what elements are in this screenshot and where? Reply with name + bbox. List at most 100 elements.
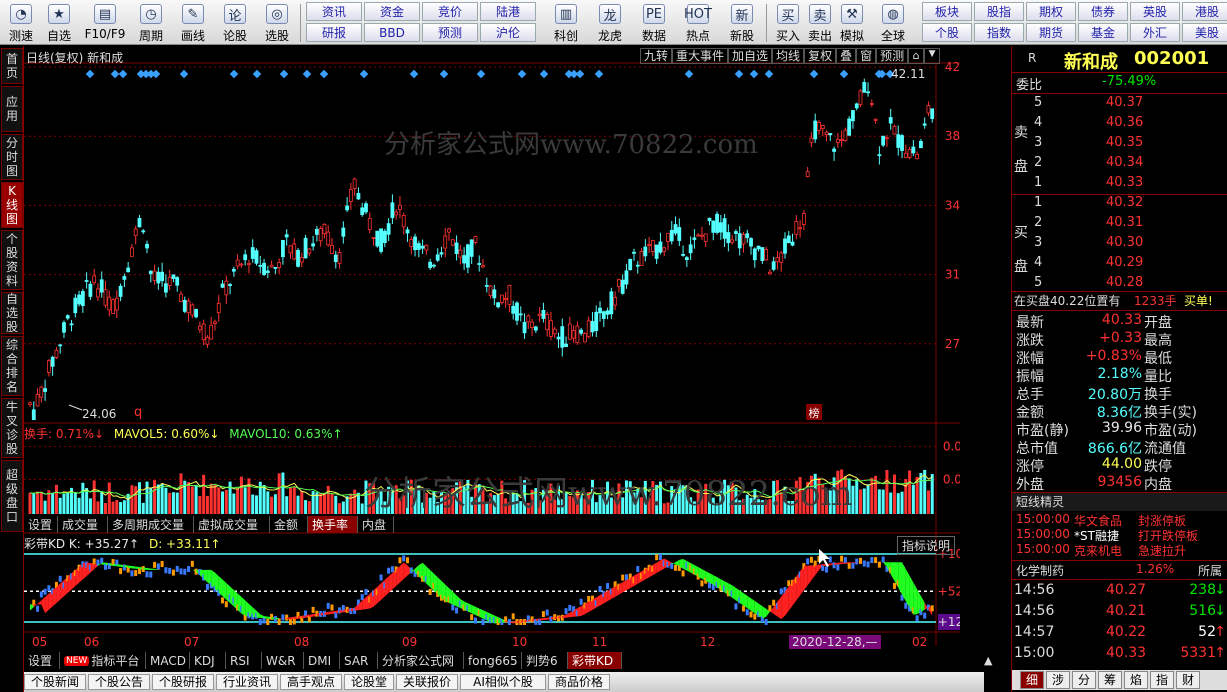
vol-tab-3[interactable]: 虚拟成交量 bbox=[194, 516, 270, 533]
global-button[interactable]: ◍ 全球 bbox=[868, 2, 918, 44]
indicator-tab-7[interactable]: SAR bbox=[340, 652, 378, 669]
chart-btn-0[interactable]: 九转 bbox=[640, 48, 673, 64]
watchlist-button[interactable]: ★ 自选 bbox=[38, 2, 80, 44]
news-tab-8[interactable]: 商品价格 bbox=[548, 674, 610, 690]
market-link-2[interactable]: 期权 bbox=[1026, 2, 1076, 21]
forum-button[interactable]: 论论股 bbox=[214, 2, 256, 44]
market-link-5[interactable]: 港股 bbox=[1182, 2, 1227, 21]
bid-row[interactable]: 4 40.29 bbox=[1012, 255, 1227, 273]
data-button[interactable]: PE 数据 bbox=[632, 2, 676, 44]
indicator-tab-8[interactable]: 分析家公式网 bbox=[378, 652, 464, 669]
ipo-button[interactable]: 新新股 bbox=[720, 2, 764, 44]
market-link-3[interactable]: 债券 bbox=[1078, 2, 1128, 21]
ask-row[interactable]: 1 40.33 bbox=[1012, 175, 1227, 193]
vol-tab-6[interactable]: 内盘 bbox=[358, 516, 394, 533]
market-link-10[interactable]: 外汇 bbox=[1130, 23, 1180, 42]
elf-row[interactable]: 15:00:00 克来机电 急速拉升 bbox=[1012, 542, 1227, 560]
bid-row[interactable]: 2 40.31 bbox=[1012, 215, 1227, 233]
market-link-4[interactable]: 英股 bbox=[1130, 2, 1180, 21]
indicator-tab-1[interactable]: NEW 指标平台 bbox=[60, 652, 146, 669]
toolbar-link-2[interactable]: 竞价 bbox=[422, 2, 478, 21]
news-tab-7[interactable]: AI相似个股 bbox=[460, 674, 546, 690]
market-link-11[interactable]: 美股 bbox=[1182, 23, 1227, 42]
indicator-tab-0[interactable]: 设置 bbox=[24, 652, 60, 669]
indicator-tab-10[interactable]: 判势6 bbox=[522, 652, 568, 669]
star-market-button[interactable]: ▥ 科创 bbox=[544, 2, 588, 44]
panel-tab-2[interactable]: 分 bbox=[1072, 671, 1096, 689]
speedtest-button[interactable]: ◔ 测速 bbox=[4, 2, 38, 44]
period-button[interactable]: ◷ 周期 bbox=[130, 2, 172, 44]
sidebar-tab-4[interactable]: 个股资料 bbox=[1, 230, 23, 290]
market-link-7[interactable]: 指数 bbox=[974, 23, 1024, 42]
drawline-button[interactable]: ✎ 画线 bbox=[172, 2, 214, 44]
sidebar-tab-2[interactable]: 分时图 bbox=[1, 134, 23, 180]
market-link-1[interactable]: 股指 bbox=[974, 2, 1024, 21]
dropdown-icon[interactable]: ▼ bbox=[924, 48, 941, 64]
vol-tab-2[interactable]: 多周期成交量 bbox=[108, 516, 194, 533]
bid-row[interactable]: 3 40.30 bbox=[1012, 235, 1227, 253]
sector-row[interactable]: 化学制药 1.26% 所属 bbox=[1012, 562, 1227, 580]
toolbar-link-5[interactable]: BBD bbox=[364, 23, 420, 42]
lock-icon[interactable]: ⌂ bbox=[908, 48, 925, 64]
news-tab-2[interactable]: 个股研报 bbox=[152, 674, 214, 690]
vol-tab-0[interactable]: 设置 bbox=[24, 516, 58, 533]
sector-button[interactable]: 所属 bbox=[1198, 562, 1222, 579]
simulate-button[interactable]: ⚒ 模拟 bbox=[836, 2, 868, 44]
sidebar-tab-8[interactable]: 超级盘口 bbox=[1, 460, 23, 532]
toolbar-link-0[interactable]: 资讯 bbox=[306, 2, 362, 21]
toolbar-link-3[interactable]: 陆港 bbox=[480, 2, 536, 21]
toolbar-link-7[interactable]: 沪伦 bbox=[480, 23, 536, 42]
news-tab-5[interactable]: 论股堂 bbox=[344, 674, 394, 690]
screener-button[interactable]: ◎ 选股 bbox=[256, 2, 298, 44]
chart-btn-1[interactable]: 重大事件 bbox=[672, 48, 729, 64]
hotspot-button[interactable]: HOT 热点 bbox=[676, 2, 720, 44]
toolbar-link-4[interactable]: 研报 bbox=[306, 23, 362, 42]
chart-btn-7[interactable]: 预测 bbox=[876, 48, 909, 64]
ask-row[interactable]: 2 40.34 bbox=[1012, 155, 1227, 173]
indicator-tab-6[interactable]: DMI bbox=[304, 652, 340, 669]
ask-row[interactable]: 5 40.37 bbox=[1012, 95, 1227, 113]
indicator-tab-5[interactable]: W&R bbox=[262, 652, 304, 669]
buy-button[interactable]: 买买入 bbox=[772, 2, 804, 44]
news-tab-0[interactable]: 个股新闻 bbox=[24, 674, 86, 690]
panel-tab-0[interactable]: 细 bbox=[1020, 671, 1044, 689]
ask-row[interactable]: 4 40.36 bbox=[1012, 115, 1227, 133]
news-tab-6[interactable]: 关联报价 bbox=[396, 674, 458, 690]
market-link-6[interactable]: 个股 bbox=[922, 23, 972, 42]
market-link-8[interactable]: 期货 bbox=[1026, 23, 1076, 42]
panel-tab-1[interactable]: 涉 bbox=[1046, 671, 1070, 689]
panel-tab-3[interactable]: 筹 bbox=[1098, 671, 1122, 689]
chart-btn-4[interactable]: 复权 bbox=[804, 48, 837, 64]
sell-button[interactable]: 卖卖出 bbox=[804, 2, 836, 44]
news-tab-1[interactable]: 个股公告 bbox=[88, 674, 150, 690]
dragon-tiger-button[interactable]: 龙龙虎 bbox=[588, 2, 632, 44]
bid-row[interactable]: 1 40.32 bbox=[1012, 195, 1227, 213]
indicator-tab-11[interactable]: 彩带KD bbox=[568, 652, 622, 669]
indicator-tab-9[interactable]: fong665 bbox=[464, 652, 522, 669]
chart-btn-6[interactable]: 窗 bbox=[856, 48, 877, 64]
toolbar-link-6[interactable]: 预测 bbox=[422, 23, 478, 42]
collapse-icon[interactable]: ▲ bbox=[984, 654, 992, 667]
sidebar-tab-5[interactable]: 自选股 bbox=[1, 292, 23, 334]
sidebar-tab-6[interactable]: 综合排名 bbox=[1, 336, 23, 396]
news-tab-4[interactable]: 高手观点 bbox=[280, 674, 342, 690]
vol-tab-1[interactable]: 成交量 bbox=[58, 516, 108, 533]
market-link-9[interactable]: 基金 bbox=[1078, 23, 1128, 42]
indicator-tab-4[interactable]: RSI bbox=[226, 652, 262, 669]
sidebar-tab-0[interactable]: 首页 bbox=[1, 48, 23, 84]
sidebar-tab-1[interactable]: 应用 bbox=[1, 86, 23, 132]
indicator-help-button[interactable]: 指标说明 bbox=[897, 536, 956, 555]
ask-row[interactable]: 3 40.35 bbox=[1012, 135, 1227, 153]
market-link-0[interactable]: 板块 bbox=[922, 2, 972, 21]
chart-btn-3[interactable]: 均线 bbox=[772, 48, 805, 64]
news-tab-3[interactable]: 行业资讯 bbox=[216, 674, 278, 690]
panel-tab-5[interactable]: 指 bbox=[1150, 671, 1174, 689]
vol-tab-5[interactable]: 换手率 bbox=[308, 516, 358, 533]
chart-btn-5[interactable]: 叠 bbox=[836, 48, 857, 64]
chart-btn-2[interactable]: 加自选 bbox=[728, 48, 773, 64]
sidebar-tab-7[interactable]: 牛叉诊股 bbox=[1, 398, 23, 458]
f10-button[interactable]: ▤ F10/F9 bbox=[80, 2, 130, 44]
indicator-tab-3[interactable]: KDJ bbox=[190, 652, 226, 669]
panel-tab-6[interactable]: 财 bbox=[1176, 671, 1200, 689]
toolbar-link-1[interactable]: 资金 bbox=[364, 2, 420, 21]
